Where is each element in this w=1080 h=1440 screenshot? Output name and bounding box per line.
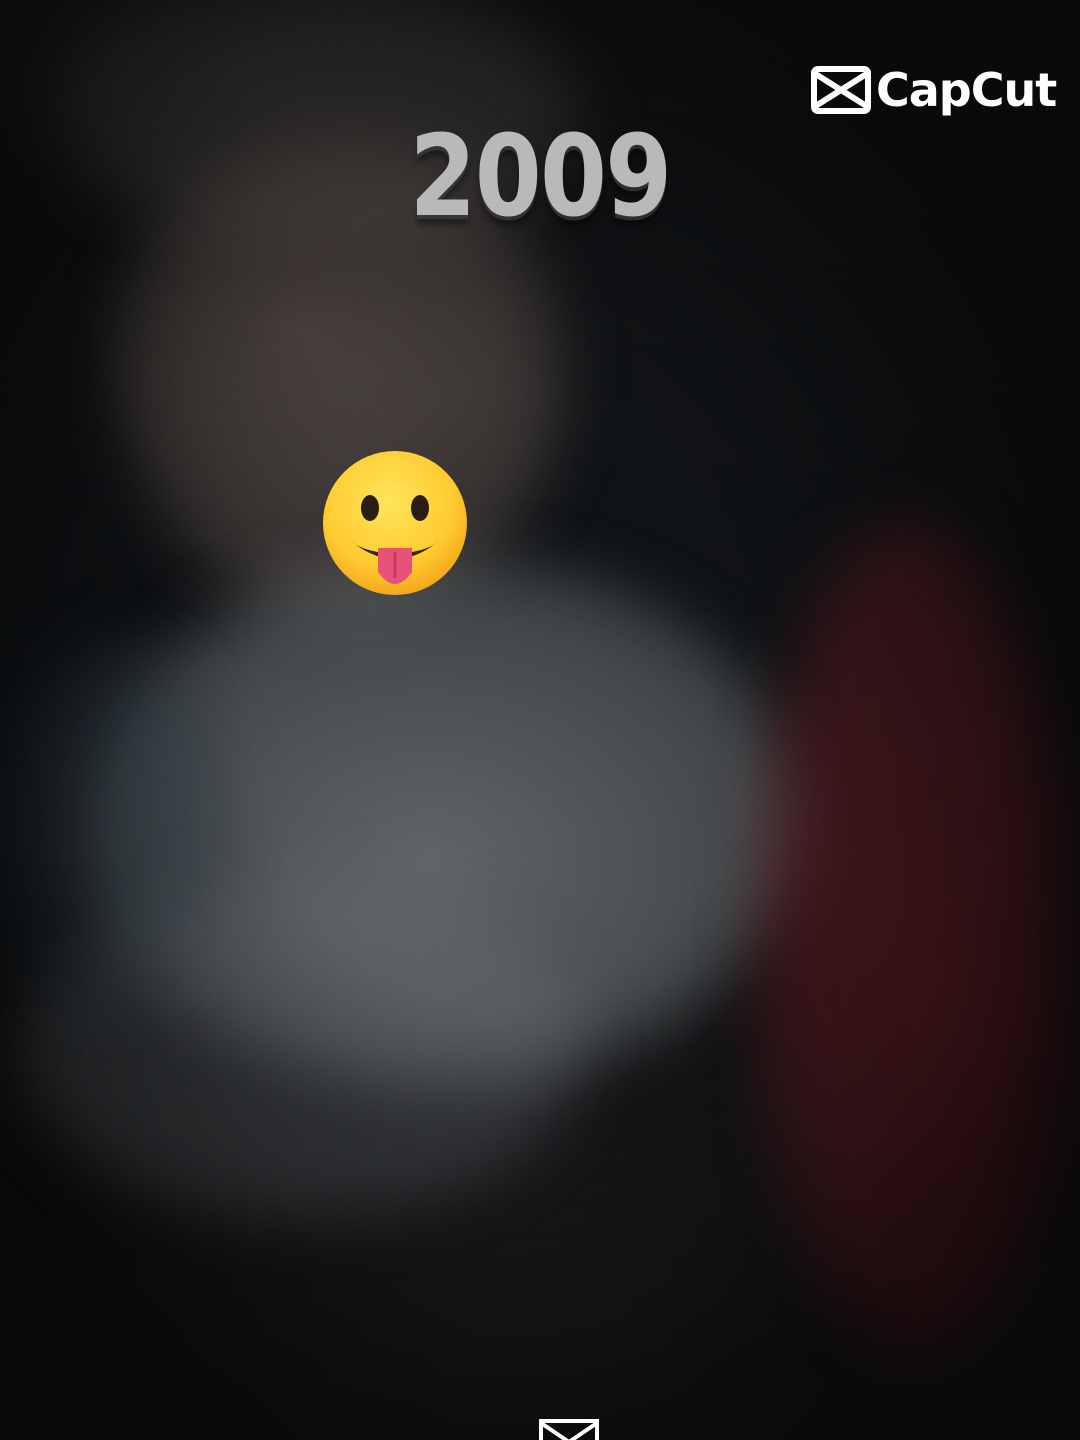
photo-blanket-area — [80, 560, 800, 1080]
capcut-watermark: CapCut — [810, 60, 1057, 120]
video-frame: 2009 CapCut — [0, 0, 1080, 1440]
capcut-logo-text: CapCut — [876, 63, 1057, 117]
photo-left-shadow-area — [0, 640, 220, 1000]
photo-red-cloth-area — [760, 520, 1060, 1340]
capcut-logo-icon — [811, 66, 871, 114]
photo-blanket-lower-area — [20, 880, 580, 1220]
capcut-mark-icon — [539, 1419, 599, 1440]
year-caption: 2009 — [409, 112, 672, 242]
face-with-tongue-emoji-icon — [323, 451, 467, 595]
